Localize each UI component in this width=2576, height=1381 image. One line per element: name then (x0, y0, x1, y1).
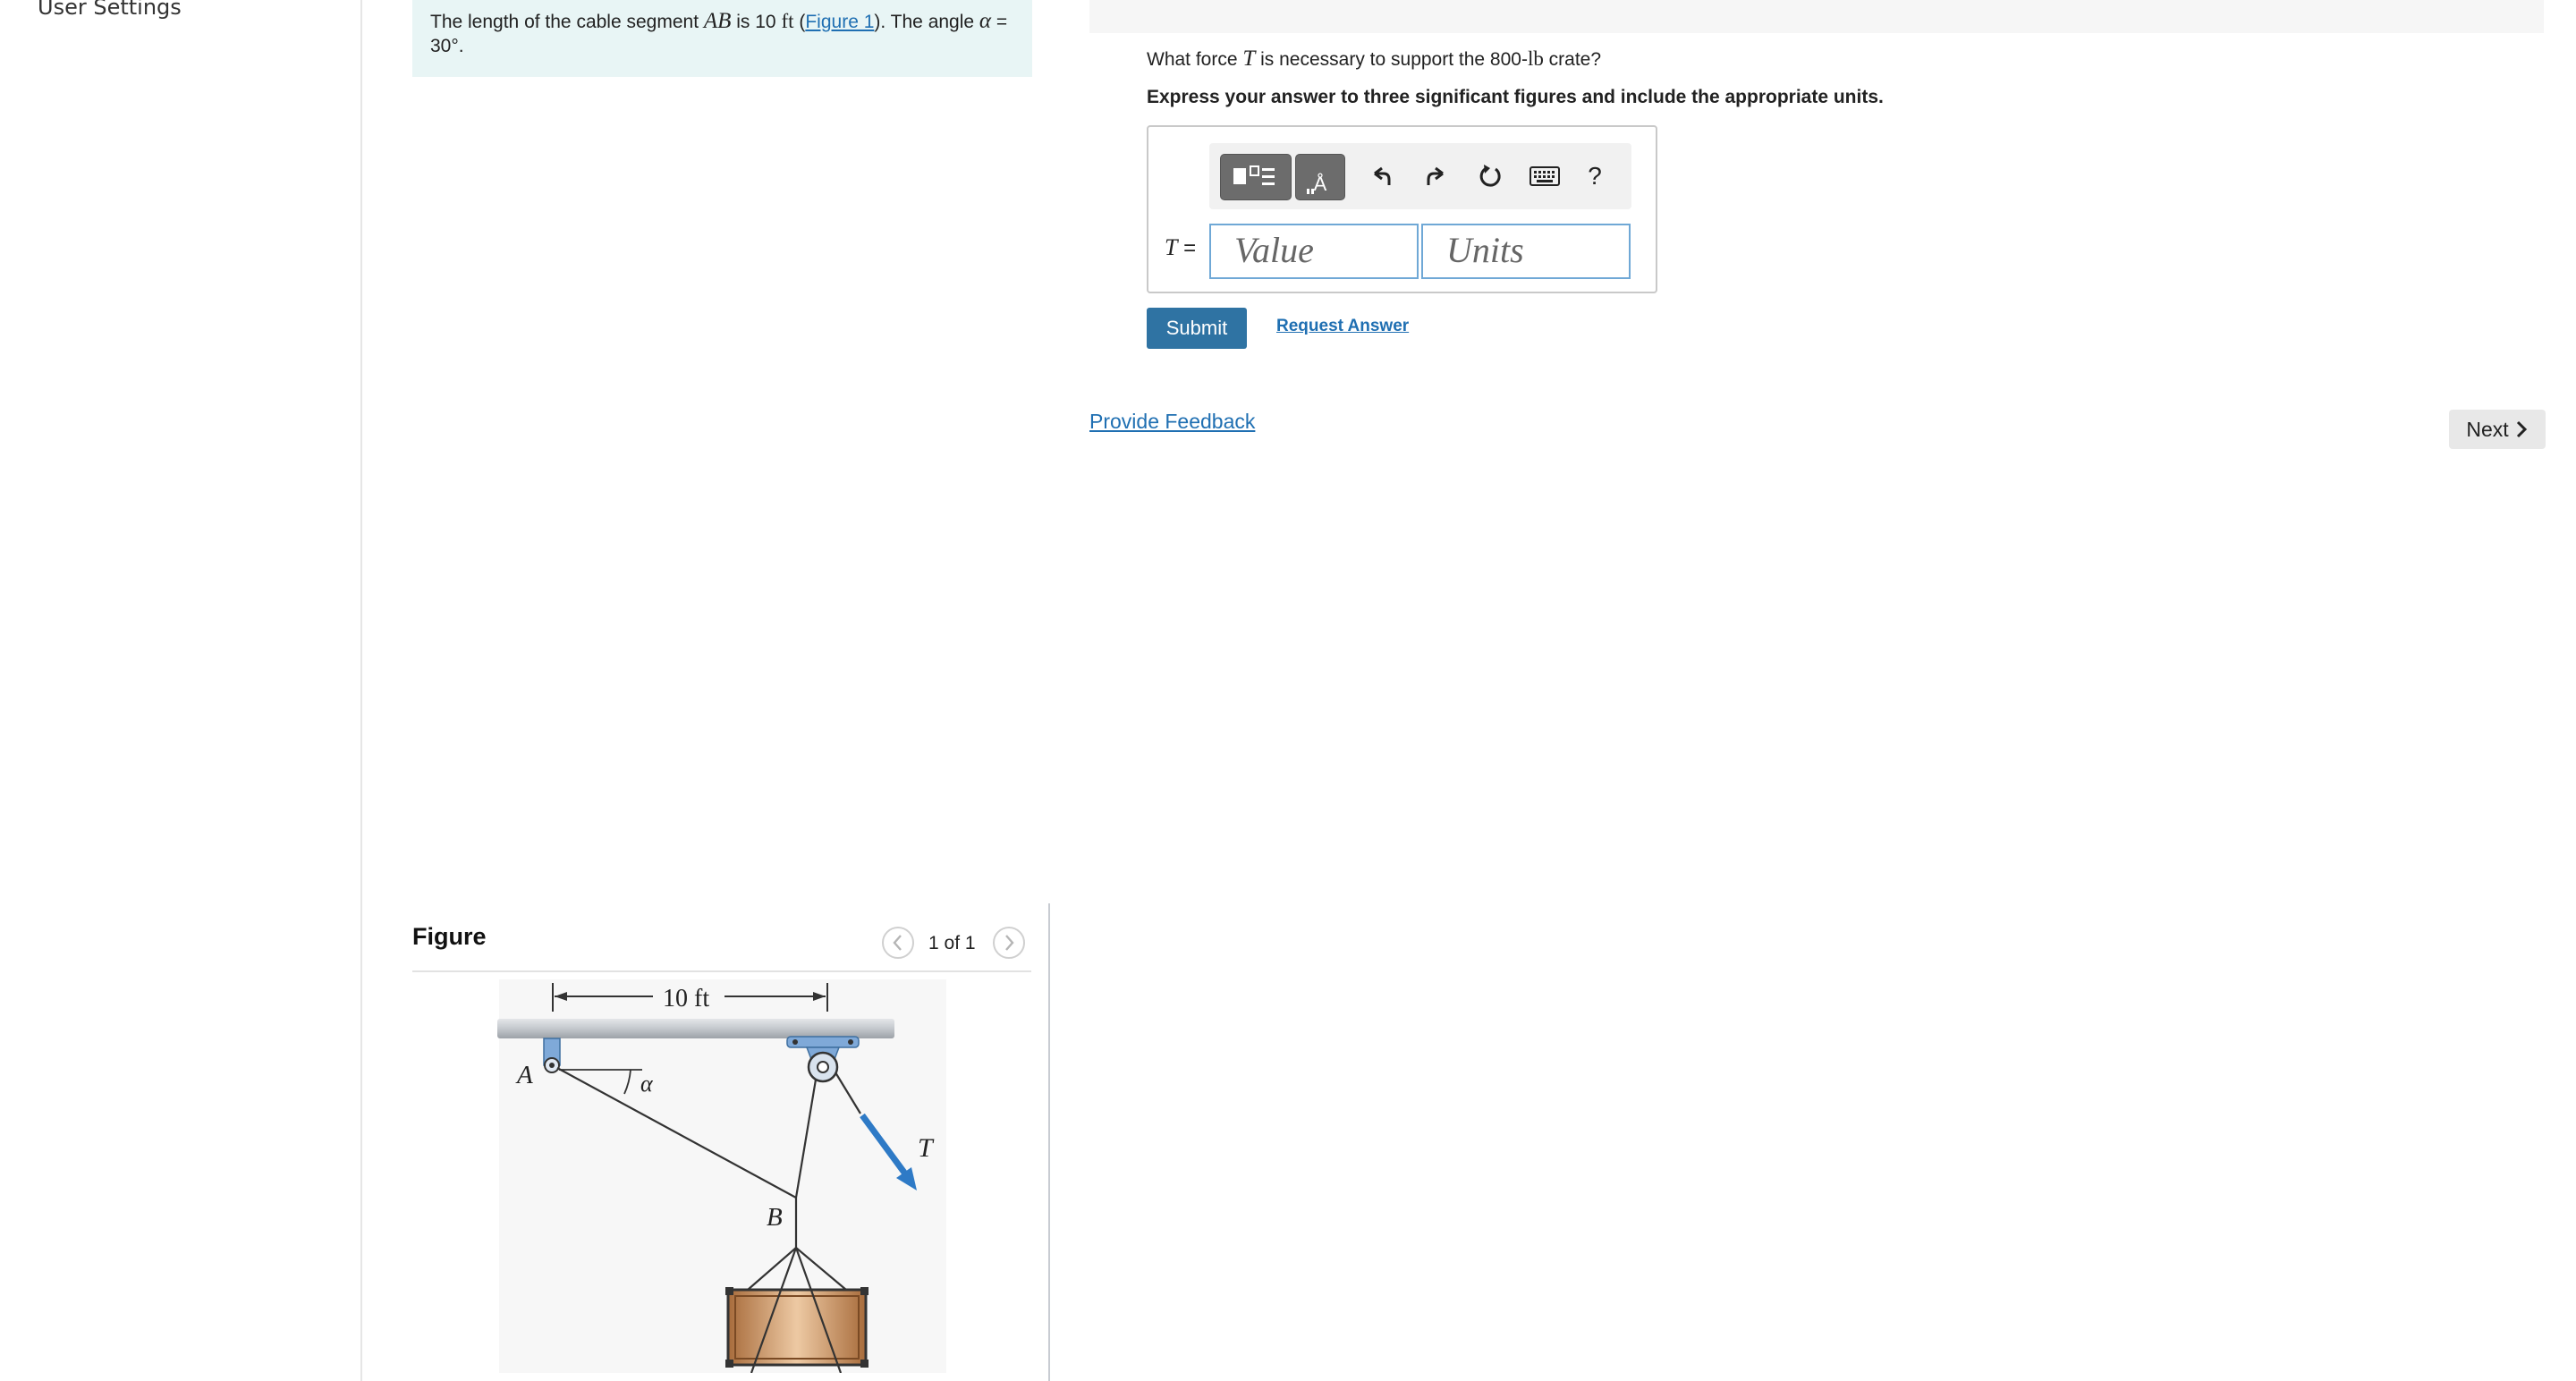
next-label: Next (2466, 417, 2509, 441)
svg-text:Å: Å (1314, 173, 1327, 195)
user-settings-link[interactable]: User Settings (38, 0, 182, 20)
question-text-part: crate? (1543, 49, 1602, 70)
keyboard-icon (1530, 166, 1560, 186)
chevron-right-icon (2516, 420, 2527, 438)
label-t: T (918, 1133, 935, 1163)
request-answer-link[interactable]: Request Answer (1276, 317, 1409, 336)
left-nav (0, 0, 362, 1381)
chevron-left-icon (893, 935, 902, 951)
force-symbol: T (1242, 47, 1256, 71)
undo-icon (1374, 166, 1391, 185)
question-text-part: What force (1147, 49, 1243, 70)
segment-symbol: AB (703, 9, 732, 33)
help-button[interactable]: ? (1574, 154, 1615, 199)
help-icon: ? (1588, 162, 1602, 190)
dimension-label: 10 ft (663, 985, 709, 1012)
problem-text-part: ). The angle (874, 12, 979, 32)
answer-instruction: Express your answer to three significant… (1147, 87, 1884, 107)
answer-box: Å ? T = Value Units (1147, 125, 1657, 293)
reset-icon (1479, 165, 1501, 187)
next-button[interactable]: Next (2449, 410, 2546, 449)
support-bracket-a (543, 1038, 561, 1073)
undo-button[interactable] (1361, 154, 1402, 199)
value-input[interactable]: Value (1209, 224, 1419, 279)
alpha-symbol: α (979, 9, 992, 33)
figure-pager-count: 1 of 1 (928, 933, 976, 953)
label-b: B (767, 1203, 783, 1232)
label-a: A (515, 1061, 533, 1089)
problem-text-part: ( (793, 12, 806, 32)
answer-equals: = (1177, 236, 1197, 260)
question-text: What force T is necessary to support the… (1147, 47, 1601, 72)
label-alpha: α (640, 1071, 654, 1097)
figure-next-button[interactable] (993, 927, 1025, 959)
problem-statement: The length of the cable segment AB is 10… (412, 0, 1032, 77)
figure-prev-button[interactable] (882, 927, 914, 959)
crate (725, 1287, 869, 1368)
answer-variable-label: T = (1165, 234, 1196, 261)
submit-button[interactable]: Submit (1147, 308, 1247, 349)
unit-ft: ft (781, 10, 794, 32)
unit-lb: lb (1527, 47, 1544, 70)
templates-button[interactable] (1220, 154, 1292, 200)
figure-link[interactable]: Figure 1 (805, 12, 874, 32)
figure-header-rule (412, 970, 1031, 972)
redo-button[interactable] (1415, 154, 1456, 199)
provide-feedback-link[interactable]: Provide Feedback (1089, 410, 1255, 434)
chevron-right-icon (1005, 935, 1014, 951)
part-header-band (1089, 0, 2544, 33)
math-toolbar: Å ? (1209, 143, 1631, 209)
problem-text-part: is 10 (731, 12, 782, 32)
ceiling-beam (497, 1019, 894, 1038)
keyboard-button[interactable] (1524, 154, 1565, 199)
units-button[interactable]: Å (1295, 154, 1345, 200)
problem-text-part: The length of the cable segment (430, 12, 704, 32)
figure-title: Figure (412, 923, 487, 950)
units-icon: Å (1307, 173, 1327, 195)
units-input[interactable]: Units (1421, 224, 1631, 279)
redo-icon (1427, 166, 1444, 185)
figure-image: 10 ft A α B T (497, 979, 946, 1373)
problem-text: The length of the cable segment AB is 10… (430, 9, 1021, 58)
answer-variable: T (1165, 234, 1178, 260)
question-text-part: is necessary to support the 800- (1255, 49, 1528, 70)
panel-divider (1048, 903, 1050, 1381)
templates-icon (1233, 165, 1275, 185)
reset-button[interactable] (1470, 154, 1511, 199)
